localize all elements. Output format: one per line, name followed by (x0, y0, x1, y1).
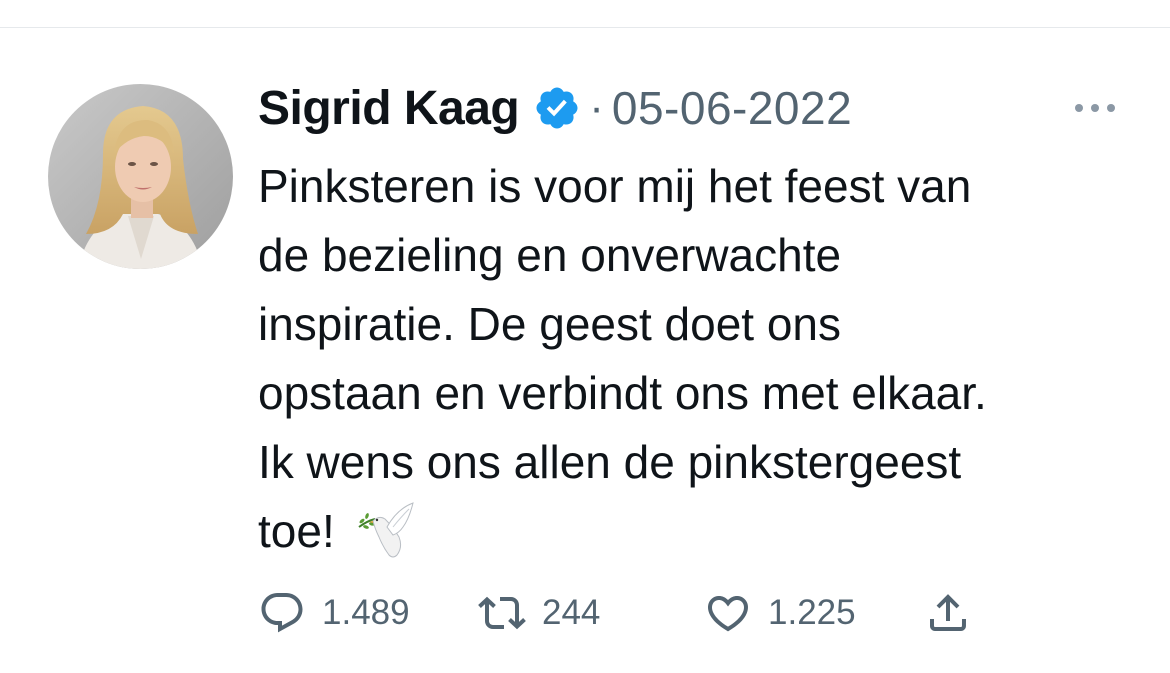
tweet-text-line: Pinksteren is voor mij het feest van (258, 160, 972, 212)
tweet-date[interactable]: 05-06-2022 (612, 81, 852, 135)
tweet[interactable]: Sigrid Kaag · 05-06-2022 Pinksteren is v… (0, 28, 1170, 673)
tweet-text: Pinksteren is voor mij het feest van de … (258, 152, 1138, 566)
heart-icon (704, 589, 752, 637)
dove-icon (353, 497, 417, 561)
reply-button[interactable]: 1.489 (258, 583, 410, 643)
share-button[interactable] (924, 583, 972, 643)
like-count: 1.225 (768, 593, 856, 632)
tweet-text-line: de bezieling en onverwachte (258, 229, 842, 281)
more-button[interactable] (1070, 92, 1120, 124)
author-name[interactable]: Sigrid Kaag (258, 81, 520, 136)
tweet-actions: 1.489 244 1.225 (258, 583, 1018, 643)
retweet-count: 244 (542, 593, 601, 632)
tweet-text-last-line: toe! (258, 497, 1138, 566)
tweet-header: Sigrid Kaag · 05-06-2022 (258, 78, 852, 138)
avatar[interactable] (48, 84, 233, 269)
like-button[interactable]: 1.225 (704, 583, 856, 643)
tweet-text-line: opstaan en verbindt ons met elkaar. (258, 367, 987, 419)
retweet-button[interactable]: 244 (478, 583, 600, 643)
tweet-text-line: inspiratie. De geest doet ons (258, 298, 842, 350)
retweet-icon (478, 589, 526, 637)
more-dots-icon (1075, 104, 1115, 112)
avatar-photo (48, 84, 233, 269)
reply-icon (258, 589, 306, 637)
tweet-text-line: toe! (258, 505, 335, 557)
reply-count: 1.489 (322, 593, 410, 632)
verified-badge-icon (533, 84, 581, 132)
date-separator: · (589, 83, 604, 132)
tweet-text-line: Ik wens ons allen de pinkstergeest (258, 436, 962, 488)
share-icon (924, 589, 972, 637)
